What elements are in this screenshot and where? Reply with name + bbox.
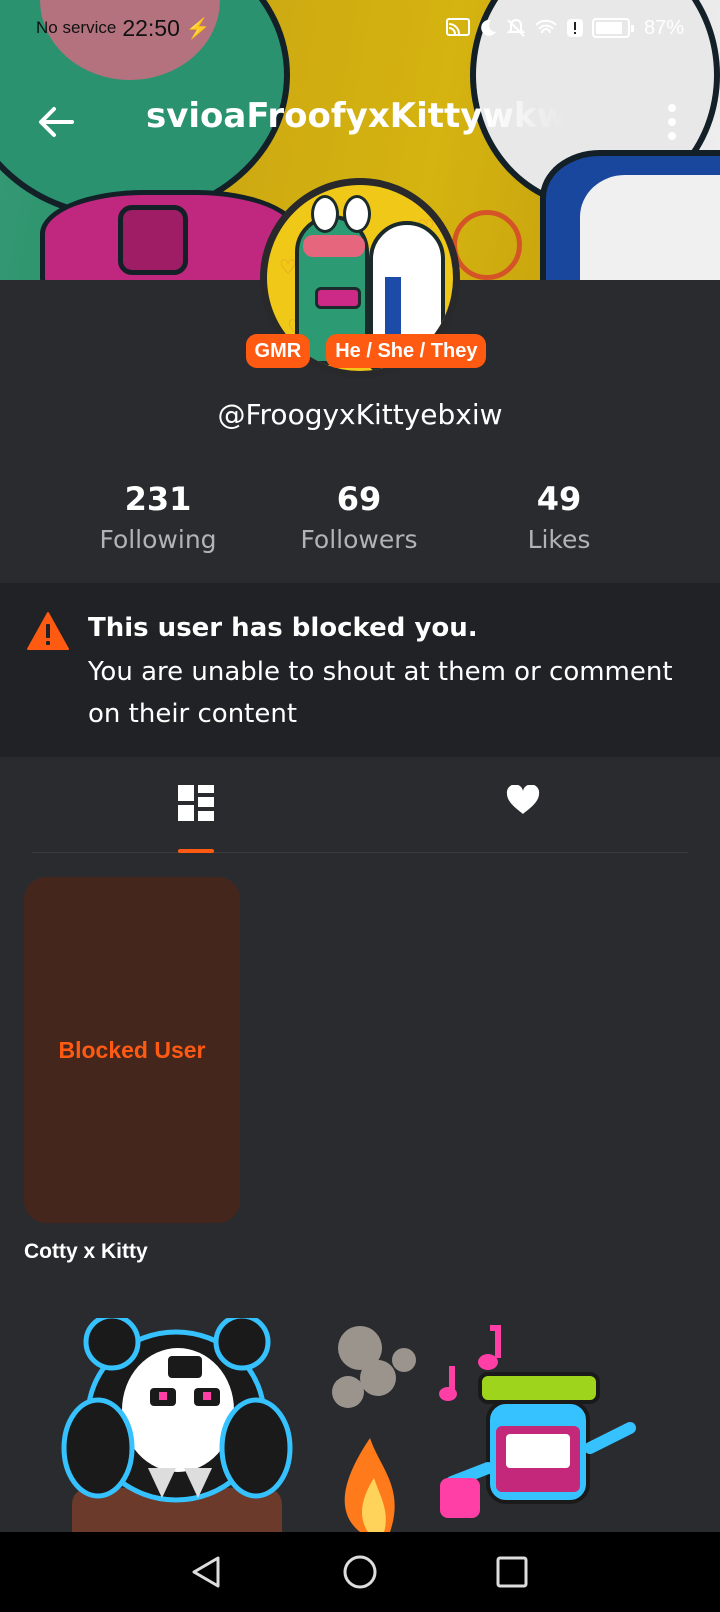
stat-label: Following: [99, 525, 217, 554]
jar-mascot-icon: [439, 1325, 636, 1518]
mascot-illustration: [61, 1318, 636, 1532]
tab-likes[interactable]: [463, 775, 583, 853]
stat-value: 69: [336, 480, 382, 518]
warning-icon: [27, 612, 69, 650]
profile-tags: GMR He / She / They: [0, 334, 720, 368]
tag-pronouns: He / She / They: [326, 334, 487, 368]
stat-label: Followers: [300, 525, 418, 554]
circle-home-icon: [343, 1555, 377, 1589]
heart-icon: [506, 785, 540, 814]
nav-back-button[interactable]: [184, 1550, 228, 1594]
blocked-notice: This user has blocked you. You are unabl…: [0, 583, 720, 757]
stat-following[interactable]: 231 Following: [58, 478, 258, 560]
profile-stats: 231 Following 69 Followers 49 Likes: [0, 478, 720, 570]
campfire-icon: [332, 1326, 416, 1532]
carrier-status: No service: [36, 18, 117, 37]
stat-likes[interactable]: 49 Likes: [459, 478, 659, 560]
status-bar: No service 22:50 ⚡ 87%: [0, 0, 720, 56]
nav-recents-button[interactable]: [490, 1550, 534, 1594]
more-options-button[interactable]: [660, 100, 684, 144]
content-card[interactable]: Blocked User: [24, 877, 240, 1223]
tag-gmr: GMR: [245, 334, 311, 368]
battery-percent: 87%: [643, 16, 684, 39]
square-recents-icon: [496, 1556, 528, 1588]
grid-layout-icon: [178, 785, 214, 821]
content-tabs: [32, 775, 688, 853]
wifi-icon: [535, 19, 557, 34]
stat-label: Likes: [527, 525, 591, 554]
stat-value: 49: [536, 480, 582, 518]
battery-icon: [591, 18, 634, 38]
page-title: svioaFroofyxKittywkw: [146, 96, 566, 136]
bell-off-icon: [506, 18, 526, 37]
clock: 22:50: [122, 14, 180, 41]
nav-home-button[interactable]: [338, 1550, 382, 1594]
charging-icon: ⚡: [185, 17, 211, 40]
alert-badge-icon: [566, 19, 583, 37]
arrow-left-icon: [39, 107, 74, 137]
panda-mascot-icon: [61, 1318, 293, 1532]
card-label: Blocked User: [58, 1036, 206, 1063]
more-vertical-icon: [668, 104, 676, 112]
cast-icon: [445, 18, 470, 36]
active-tab-indicator: [178, 849, 214, 853]
moon-icon: [481, 19, 496, 36]
stat-value: 231: [124, 480, 192, 518]
triangle-back-icon: [192, 1556, 220, 1588]
card-caption: Cotty x Kitty: [24, 1240, 148, 1263]
app-bar: svioaFroofyxKittywkw: [0, 82, 720, 162]
back-button[interactable]: [34, 100, 78, 144]
stat-followers[interactable]: 69 Followers: [259, 478, 459, 560]
notice-body: You are unable to shout at them or comme…: [88, 657, 673, 729]
user-handle: @FroogyxKittyebxiw: [217, 398, 503, 431]
notice-title: This user has blocked you.: [88, 613, 478, 643]
tab-posts[interactable]: [136, 775, 256, 853]
system-nav-bar: [0, 1532, 720, 1612]
